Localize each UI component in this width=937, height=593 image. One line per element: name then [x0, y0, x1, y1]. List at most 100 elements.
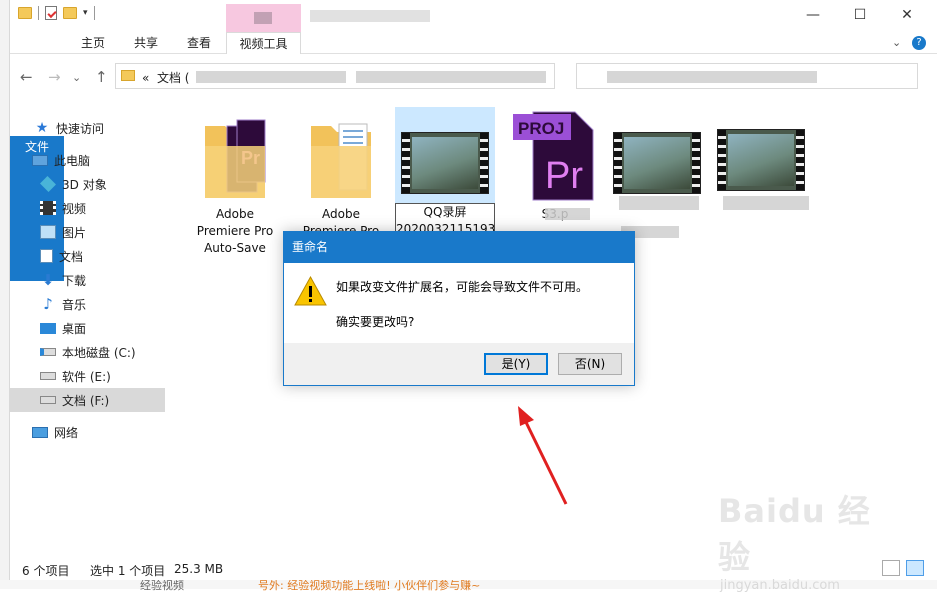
nav-item-desktop[interactable]: 桌面 [10, 316, 165, 340]
large-icons-view-icon[interactable] [906, 560, 924, 576]
video-thumbnail-icon [401, 132, 489, 194]
nav-item-this-pc[interactable]: 此电脑 [10, 148, 165, 172]
nav-item-label: 网络 [54, 425, 79, 440]
search-input[interactable] [576, 63, 918, 89]
video-tools-context-header [226, 4, 301, 32]
tab-share[interactable]: 共享 [120, 32, 172, 54]
folder-icon [311, 123, 371, 198]
yes-button[interactable]: 是(Y) [484, 353, 548, 375]
document-icon [40, 249, 53, 263]
nav-item-documents[interactable]: 文档 [10, 244, 165, 268]
nav-item-network[interactable]: 网络 [10, 420, 165, 444]
nav-item-videos[interactable]: 视频 [10, 196, 165, 220]
drive-icon [40, 348, 56, 356]
nav-item-label: 此电脑 [54, 153, 91, 168]
pr-folder-icon: Pr [205, 119, 266, 198]
new-folder-icon[interactable] [63, 7, 77, 19]
no-button[interactable]: 否(N) [558, 353, 622, 375]
folder-icon[interactable] [18, 7, 32, 19]
star-icon: ★ [35, 120, 49, 136]
file-name-line: Auto-Save [204, 241, 266, 255]
nav-item-downloads[interactable]: ⬇ 下载 [10, 268, 165, 292]
help-icon[interactable]: ? [912, 36, 926, 50]
selection-count: 选中 1 个项目 [90, 564, 166, 578]
breadcrumb-overflow[interactable]: « [142, 71, 149, 85]
drive-icon [40, 396, 56, 404]
recent-locations-icon[interactable]: ⌄ [72, 71, 81, 84]
drive-icon [40, 372, 56, 380]
network-icon [32, 426, 48, 438]
nav-item-label: 桌面 [62, 321, 87, 336]
quick-access-toolbar: ▾ [18, 6, 95, 20]
file-name-line: Premiere Pro [196, 224, 274, 238]
warning-icon [294, 276, 327, 306]
prproj-icon: PROJ Pr [513, 111, 594, 201]
minimize-icon[interactable]: — [790, 0, 836, 30]
ribbon-tabs: 文件 主页 共享 查看 视频工具 ⌄ ? [10, 32, 937, 281]
breadcrumb-item[interactable]: 文档 ( [157, 71, 190, 85]
nav-item-label: 图片 [62, 225, 87, 240]
blurred-search [607, 71, 817, 83]
computer-icon [32, 154, 48, 166]
maximize-icon[interactable]: ☐ [837, 0, 883, 30]
dialog-title: 重命名 [284, 232, 634, 263]
pr-logo: Pr [545, 155, 583, 197]
folder-icon [121, 70, 135, 81]
nav-item-label: 快速访问 [56, 121, 105, 136]
nav-item-label: 音乐 [62, 297, 87, 312]
nav-item-label: 软件 (E:) [62, 369, 111, 384]
title-bar: ▾ — ☐ ✕ [10, 0, 937, 32]
properties-icon[interactable] [45, 6, 57, 20]
address-breadcrumb: « 文档 ( [142, 69, 189, 86]
file-name-line: QQ录屏 [423, 205, 467, 219]
file-item-selected[interactable]: QQ录屏 20200321151932 [395, 107, 495, 235]
forward-arrow-icon[interactable]: → [48, 68, 61, 86]
file-name-line: Adobe [216, 207, 254, 221]
back-arrow-icon[interactable]: ← [20, 68, 33, 86]
file-item[interactable]: Pr Adobe Premiere Pro Auto-Save [185, 104, 285, 255]
file-item[interactable] [609, 104, 709, 249]
blurred-title [254, 12, 272, 24]
blurred-filename [723, 196, 809, 210]
red-arrow-annotation [518, 406, 568, 505]
blurred-filename [545, 208, 590, 220]
file-item[interactable]: PROJ Pr S3.p [505, 104, 605, 249]
file-item[interactable]: Adobe Premiere Pro [291, 104, 391, 249]
nav-item-3d-objects[interactable]: 3D 对象 [10, 172, 165, 196]
nav-item-music[interactable]: ♪ 音乐 [10, 292, 165, 316]
dialog-question: 确实要更改吗? [336, 315, 415, 329]
blurred-filename [619, 196, 699, 210]
background-left-strip [0, 0, 9, 589]
nav-item-drive-c[interactable]: 本地磁盘 (C:) [10, 340, 165, 364]
nav-item-drive-f[interactable]: 文档 (F:) [10, 388, 165, 412]
nav-item-drive-e[interactable]: 软件 (E:) [10, 364, 165, 388]
nav-item-quick-access[interactable]: ★ 快速访问 [10, 116, 165, 140]
item-count: 6 个项目 [22, 564, 70, 578]
customize-dropdown-icon[interactable]: ▾ [83, 8, 88, 18]
download-icon: ⬇ [41, 271, 55, 289]
expand-ribbon-icon[interactable]: ⌄ [892, 36, 901, 49]
nav-item-pictures[interactable]: 图片 [10, 220, 165, 244]
proj-badge: PROJ [518, 119, 564, 138]
dialog-message: 如果改变文件扩展名，可能会导致文件不可用。 [336, 280, 589, 294]
navigation-pane: ★ 快速访问 此电脑 3D 对象 视频 图片 文档 ⬇ 下载 ♪ 音乐 桌面 本… [10, 104, 165, 554]
file-name: Adobe Premiere Pro Auto-Save [185, 206, 285, 257]
blurred-path [356, 71, 546, 83]
file-item[interactable] [715, 104, 815, 249]
video-thumbnail-icon [613, 132, 701, 194]
tab-video-tools[interactable]: 视频工具 [226, 32, 301, 54]
tab-view[interactable]: 查看 [173, 32, 225, 54]
tab-home[interactable]: 主页 [67, 32, 119, 54]
divider [93, 6, 95, 20]
desktop-icon [40, 322, 56, 334]
file-name-line: Adobe [322, 207, 360, 221]
nav-item-label: 本地磁盘 (C:) [62, 345, 136, 360]
picture-icon [40, 225, 56, 239]
watermark-url: jingyan.baidu.com [720, 578, 840, 593]
up-arrow-icon[interactable]: ↑ [95, 68, 108, 86]
nav-item-label: 文档 [59, 249, 84, 264]
close-icon[interactable]: ✕ [884, 0, 930, 30]
watermark-brand: Baidu 经验 [718, 492, 871, 576]
nav-item-label: 文档 (F:) [62, 393, 110, 408]
address-bar[interactable]: « 文档 ( [115, 63, 555, 89]
